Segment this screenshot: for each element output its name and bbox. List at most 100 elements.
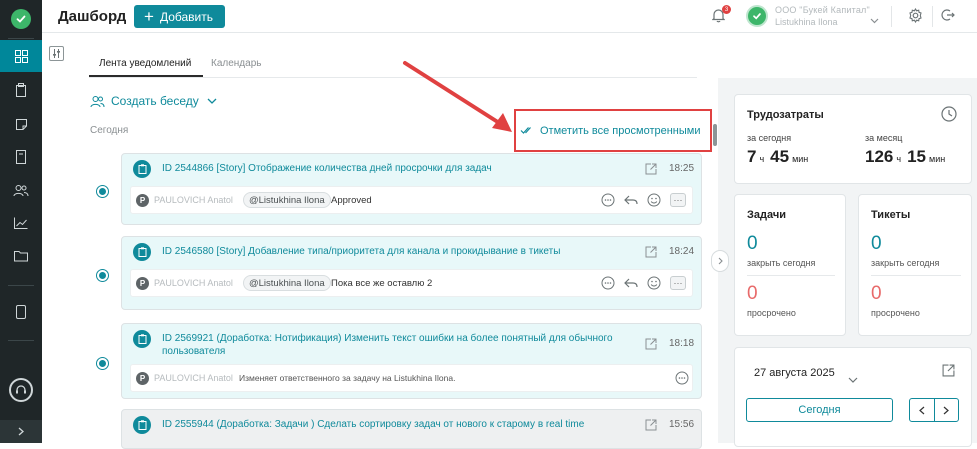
comment-icon[interactable] bbox=[601, 276, 615, 290]
sidebar-expand-button[interactable] bbox=[0, 420, 42, 443]
open-external-icon[interactable] bbox=[645, 337, 657, 355]
chevron-down-icon bbox=[207, 98, 217, 104]
comment-row: P PAULOVICH Anatol Изменяет ответственно… bbox=[130, 364, 693, 392]
user-avatar[interactable] bbox=[746, 5, 768, 27]
labor-title: Трудозатраты bbox=[747, 109, 824, 121]
chart-line-icon bbox=[14, 217, 28, 229]
calendar-date[interactable]: 27 августа 2025 bbox=[754, 367, 835, 379]
open-external-icon[interactable] bbox=[645, 245, 657, 263]
card-title[interactable]: ID 2544866 [Story] Отображение количеств… bbox=[162, 162, 622, 175]
tasks-close-today-count[interactable]: 0 bbox=[747, 233, 758, 255]
emoji-icon[interactable] bbox=[647, 276, 661, 290]
radio-dot bbox=[99, 188, 106, 195]
unread-indicator-radio[interactable] bbox=[96, 185, 109, 198]
create-chat-button[interactable]: Создать беседу bbox=[90, 94, 217, 108]
comment-row: P PAULOVICH Anatol @Listukhina Ilona App… bbox=[130, 186, 693, 214]
clipboard-icon bbox=[15, 83, 26, 97]
reply-icon[interactable] bbox=[624, 277, 638, 289]
unread-indicator-radio[interactable] bbox=[96, 269, 109, 282]
panel-collapse-handle[interactable] bbox=[711, 250, 729, 272]
add-button-label: Добавить bbox=[159, 9, 213, 24]
open-external-icon[interactable] bbox=[942, 364, 955, 382]
plus-icon: + bbox=[144, 7, 154, 26]
chevron-down-icon[interactable] bbox=[870, 11, 879, 29]
sidebar-item-folders[interactable] bbox=[0, 240, 42, 272]
card-title[interactable]: ID 2569921 (Доработка: Нотификация) Изме… bbox=[162, 332, 622, 358]
mention-chip[interactable]: @Listukhina Ilona bbox=[243, 275, 331, 291]
sidebar-item-notes[interactable] bbox=[0, 108, 42, 140]
gear-icon[interactable] bbox=[908, 7, 923, 28]
chevron-down-icon[interactable] bbox=[848, 370, 858, 388]
emoji-icon[interactable] bbox=[647, 193, 661, 207]
card-title[interactable]: ID 2546580 [Story] Добавление типа/приор… bbox=[162, 245, 622, 258]
notification-card[interactable]: ID 2569921 (Доработка: Нотификация) Изме… bbox=[121, 323, 702, 399]
task-clipboard-icon bbox=[133, 416, 151, 434]
open-external-icon[interactable] bbox=[645, 162, 657, 180]
logout-icon[interactable] bbox=[941, 8, 955, 27]
tickets-close-today-count[interactable]: 0 bbox=[871, 233, 882, 255]
comment-icon[interactable] bbox=[601, 193, 615, 207]
header-divider bbox=[932, 6, 933, 27]
sidebar-divider bbox=[8, 340, 34, 341]
tickets-title: Тикеты bbox=[871, 209, 911, 221]
labor-today-minutes: 45 bbox=[770, 147, 790, 166]
sidebar-item-documents[interactable] bbox=[0, 74, 42, 106]
tab-notifications-feed[interactable]: Лента уведомлений bbox=[89, 58, 203, 77]
filter-settings-icon[interactable] bbox=[49, 46, 64, 61]
add-button[interactable]: + Добавить bbox=[134, 5, 225, 28]
calendar-prev-button[interactable] bbox=[910, 399, 935, 421]
tickets-panel[interactable]: Тикеты 0 закрыть сегодня 0 просрочено bbox=[858, 194, 972, 336]
main-sidebar bbox=[0, 0, 42, 443]
card-time: 18:18 bbox=[669, 338, 695, 349]
mark-all-viewed-button[interactable]: Отметить все просмотренными bbox=[514, 109, 712, 152]
minutes-unit: мин bbox=[929, 154, 946, 164]
more-actions-button[interactable]: ··· bbox=[670, 276, 686, 290]
sidebar-item-analytics[interactable] bbox=[0, 207, 42, 239]
sidebar-item-reports[interactable] bbox=[0, 141, 42, 173]
reply-icon[interactable] bbox=[624, 194, 638, 206]
annotation-arrow bbox=[403, 61, 512, 132]
comment-icon[interactable] bbox=[675, 371, 689, 385]
author-name: PAULOVICH Anatol bbox=[154, 373, 233, 383]
card-header: ID 2546580 [Story] Добавление типа/приор… bbox=[122, 237, 701, 269]
tasks-panel[interactable]: Задачи 0 закрыть сегодня 0 просрочено bbox=[734, 194, 846, 336]
notification-card[interactable]: ID 2546580 [Story] Добавление типа/приор… bbox=[121, 236, 702, 310]
sidebar-item-dashboard[interactable] bbox=[0, 40, 42, 72]
notification-card[interactable]: ID 2544866 [Story] Отображение количеств… bbox=[121, 153, 702, 225]
labor-today-label: за сегодня bbox=[747, 133, 792, 143]
tickets-overdue-count[interactable]: 0 bbox=[871, 283, 882, 305]
tab-calendar[interactable]: Календарь bbox=[211, 58, 261, 69]
calendar-today-button[interactable]: Сегодня bbox=[746, 398, 893, 422]
feed-scrollbar[interactable] bbox=[713, 124, 717, 146]
tasks-title: Задачи bbox=[747, 209, 786, 221]
clock-icon bbox=[941, 106, 957, 127]
notification-card[interactable]: ID 2555944 (Доработка: Задачи ) Сделать … bbox=[121, 409, 702, 449]
tasks-close-today-label: закрыть сегодня bbox=[747, 258, 816, 268]
support-headset-icon[interactable] bbox=[9, 378, 33, 402]
radio-dot bbox=[99, 272, 106, 279]
comment-actions bbox=[675, 371, 689, 385]
sidebar-item-users[interactable] bbox=[0, 174, 42, 206]
author-avatar: P bbox=[136, 194, 149, 207]
open-external-icon[interactable] bbox=[645, 418, 657, 436]
card-time: 18:24 bbox=[669, 246, 695, 257]
calendar-next-button[interactable] bbox=[935, 399, 959, 421]
logo-check-icon[interactable] bbox=[11, 9, 31, 29]
user-name[interactable]: Listukhina Ilona bbox=[775, 17, 838, 27]
comment-actions: ··· bbox=[601, 276, 686, 290]
chevron-right-icon bbox=[18, 427, 24, 436]
card-header: ID 2555944 (Доработка: Задачи ) Сделать … bbox=[122, 410, 701, 442]
chevron-right-icon bbox=[718, 257, 723, 265]
more-actions-button[interactable]: ··· bbox=[670, 193, 686, 207]
tasks-overdue-count[interactable]: 0 bbox=[747, 283, 758, 305]
user-company[interactable]: ООО "Букей Капитал" bbox=[775, 5, 870, 15]
folder-icon bbox=[14, 251, 28, 262]
sidebar-item-mobile[interactable] bbox=[0, 296, 42, 328]
tickets-close-today-label: закрыть сегодня bbox=[871, 258, 940, 268]
mention-chip[interactable]: @Listukhina Ilona bbox=[243, 192, 331, 208]
author-name: PAULOVICH Anatol bbox=[154, 195, 233, 205]
labor-month-label: за месяц bbox=[865, 133, 903, 143]
card-title[interactable]: ID 2555944 (Доработка: Задачи ) Сделать … bbox=[162, 418, 632, 431]
card-time: 18:25 bbox=[669, 163, 695, 174]
unread-indicator-radio[interactable] bbox=[96, 357, 109, 370]
